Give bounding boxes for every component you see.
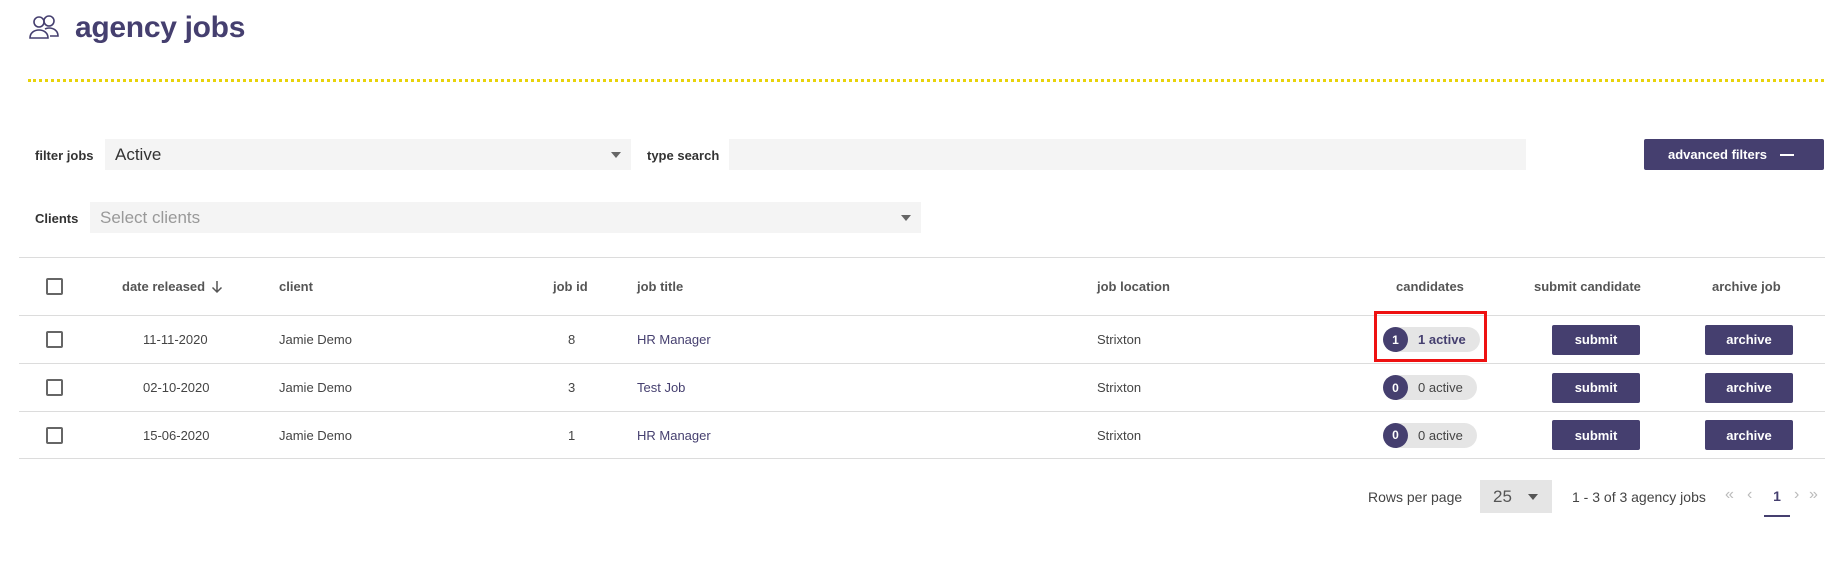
table-row: 11-11-2020 Jamie Demo 8 HR Manager Strix… [19,315,1825,363]
pagination-range: 1 - 3 of 3 agency jobs [1572,489,1706,505]
cell-job-id: 3 [568,380,576,395]
advanced-filters-button[interactable]: advanced filters [1644,139,1824,170]
type-search-label: type search [647,148,720,163]
cell-location: Strixton [1097,427,1142,443]
clients-label: Clients [35,211,79,226]
table-row: 02-10-2020 Jamie Demo 3 Test Job Strixto… [19,363,1825,411]
candidate-status: 0 active [1418,380,1463,395]
cell-date: 15-06-2020 [143,427,210,443]
minus-icon [1780,154,1794,156]
row-checkbox[interactable] [46,379,63,396]
next-page-icon[interactable]: › [1794,486,1799,504]
prev-page-icon[interactable]: ‹ [1747,486,1752,504]
advanced-filters-label: advanced filters [1668,147,1767,162]
cell-location: Strixton [1097,380,1142,395]
select-all-checkbox[interactable] [46,278,63,295]
archive-button[interactable]: archive [1705,324,1793,355]
job-title-link[interactable]: HR Manager [637,412,711,458]
archive-button[interactable]: archive [1705,420,1793,450]
column-job-id[interactable]: job id [553,258,588,315]
caret-down-icon [901,215,911,221]
candidates-badge[interactable]: 0 0 active [1383,422,1477,448]
table-header-row: date released client job id job title jo… [19,257,1825,315]
rows-per-page-label: Rows per page [1368,489,1463,505]
column-job-title[interactable]: job title [637,258,683,315]
submit-button[interactable]: submit [1552,324,1640,355]
cell-client: Jamie Demo [279,380,352,395]
candidate-count: 0 [1383,422,1408,448]
page-header: agency jobs [28,8,245,48]
candidates-badge[interactable]: 0 0 active [1383,375,1477,400]
cell-client: Jamie Demo [279,427,352,443]
row-checkbox[interactable] [46,331,63,348]
job-title-link[interactable]: HR Manager [637,316,711,363]
cell-date: 02-10-2020 [143,380,210,395]
divider [28,79,1824,82]
page-number-current[interactable]: 1 [1764,485,1790,517]
submit-button[interactable]: submit [1552,372,1640,403]
cell-job-id: 1 [568,427,576,443]
arrow-down-icon [212,280,223,293]
rows-per-page-select[interactable]: 25 [1480,480,1552,513]
users-icon [29,15,59,39]
cell-client: Jamie Demo [279,332,352,347]
search-input[interactable] [729,139,1526,170]
cell-job-id: 8 [568,332,576,347]
last-page-icon[interactable]: » [1809,486,1818,504]
table-row: 15-06-2020 Jamie Demo 1 HR Manager Strix… [19,411,1825,459]
column-date-released[interactable]: date released [122,258,223,315]
cell-location: Strixton [1097,332,1142,347]
column-client[interactable]: client [279,258,313,315]
page-title: agency jobs [75,11,246,44]
candidate-status: 0 active [1418,427,1463,443]
highlight-annotation [1374,311,1487,362]
rows-per-page-value: 25 [1493,486,1512,506]
column-submit-candidate: submit candidate [1534,279,1641,294]
candidate-count: 0 [1383,375,1408,400]
cell-date: 11-11-2020 [143,332,208,347]
row-checkbox[interactable] [46,426,63,444]
archive-button[interactable]: archive [1705,372,1793,403]
submit-button[interactable]: submit [1552,420,1640,450]
caret-down-icon [611,152,621,158]
filter-jobs-label: filter jobs [35,148,94,163]
column-job-location[interactable]: job location [1097,258,1170,315]
filter-jobs-value: Active [115,144,162,164]
first-page-icon[interactable]: « [1725,486,1734,504]
jobs-table: date released client job id job title jo… [19,257,1825,459]
caret-down-icon [1528,494,1538,500]
clients-select[interactable]: Select clients [90,202,921,233]
column-candidates: candidates [1396,279,1464,294]
filter-jobs-select[interactable]: Active [105,139,631,170]
job-title-link[interactable]: Test Job [637,364,685,411]
clients-placeholder: Select clients [100,207,201,227]
column-archive-job: archive job [1712,279,1781,294]
